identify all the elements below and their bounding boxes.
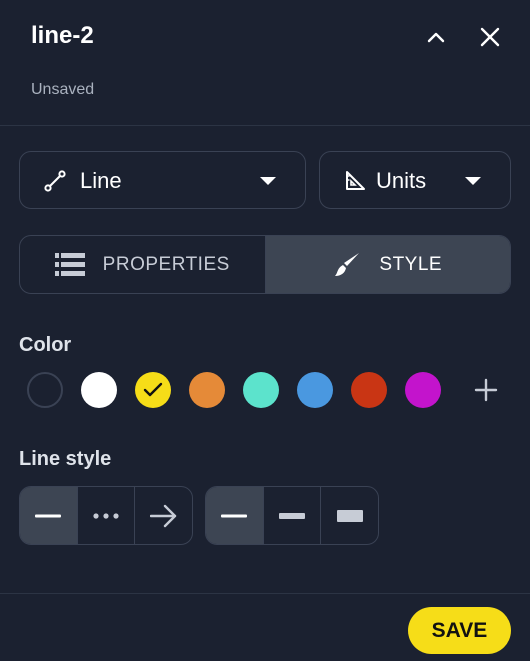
weight-medium-button[interactable]: [264, 487, 322, 544]
line-weight-selector: [205, 486, 379, 545]
dotted-line-icon: [93, 512, 119, 519]
panel-header: line-2 Unsaved: [0, 0, 530, 126]
panel-title: line-2: [31, 22, 94, 49]
chevron-up-icon: [427, 32, 445, 43]
thick-line-icon: [336, 509, 363, 522]
plus-icon: [474, 378, 498, 402]
line-tool-icon: [44, 170, 66, 192]
save-button[interactable]: SAVE: [408, 607, 511, 654]
color-swatch-teal[interactable]: [243, 372, 279, 408]
weight-thin-button[interactable]: [206, 487, 264, 544]
close-button[interactable]: [475, 22, 505, 52]
save-status: Unsaved: [31, 81, 95, 98]
line-style-section-label: Line style: [19, 448, 112, 470]
color-swatch-magenta[interactable]: [405, 372, 441, 408]
list-icon: [54, 252, 85, 277]
panel-tabs: PROPERTIES STYLE: [19, 235, 511, 294]
color-swatch-yellow[interactable]: [135, 372, 171, 408]
weight-thick-button[interactable]: [321, 487, 378, 544]
color-swatch-orange[interactable]: [189, 372, 225, 408]
medium-line-icon: [279, 512, 305, 519]
dash-style-selector: [19, 486, 193, 545]
caret-down-icon: [260, 177, 276, 185]
dash-solid-button[interactable]: [20, 487, 78, 544]
tab-style-label: STYLE: [379, 253, 443, 275]
set-square-icon: [346, 171, 365, 190]
line-properties-panel: line-2 Unsaved Line Units PROPERTIES STY…: [0, 0, 530, 661]
tab-properties[interactable]: PROPERTIES: [20, 236, 265, 293]
solid-line-icon: [35, 514, 62, 517]
units-value: Units: [376, 168, 427, 193]
color-section-label: Color: [19, 334, 72, 356]
add-color-button[interactable]: [468, 372, 504, 408]
arrow-right-icon: [149, 504, 176, 527]
units-dropdown[interactable]: Units: [319, 151, 511, 209]
shape-type-value: Line: [80, 168, 122, 193]
tab-style[interactable]: STYLE: [264, 236, 510, 293]
color-swatch-white[interactable]: [81, 372, 117, 408]
dash-arrow-button[interactable]: [135, 487, 192, 544]
check-icon: [143, 382, 163, 397]
close-icon: [480, 27, 500, 47]
color-swatch-none[interactable]: [27, 372, 63, 408]
caret-down-icon: [465, 177, 481, 185]
dash-dotted-button[interactable]: [78, 487, 136, 544]
collapse-button[interactable]: [421, 22, 451, 52]
paintbrush-icon: [333, 251, 361, 279]
color-swatch-red[interactable]: [351, 372, 387, 408]
tab-properties-label: PROPERTIES: [102, 253, 230, 275]
color-swatch-blue[interactable]: [297, 372, 333, 408]
shape-type-dropdown[interactable]: Line: [19, 151, 306, 209]
thin-line-icon: [221, 514, 248, 517]
